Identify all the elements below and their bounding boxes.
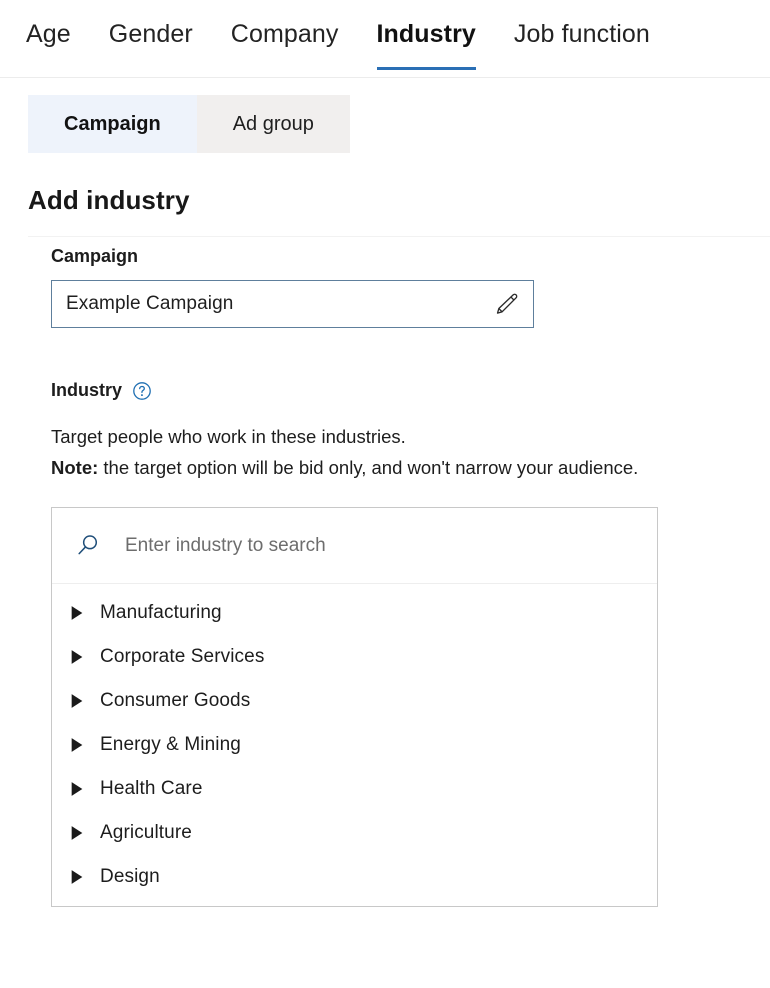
industry-tree: Manufacturing Corporate Services Consume…: [52, 584, 657, 899]
industry-label-row: Industry: [51, 380, 770, 401]
chevron-right-icon[interactable]: [70, 781, 84, 797]
tree-item-health-care[interactable]: Health Care: [52, 767, 657, 811]
industry-note-prefix: Note:: [51, 457, 99, 478]
chevron-right-icon[interactable]: [70, 649, 84, 665]
industry-description: Target people who work in these industri…: [51, 421, 651, 483]
campaign-input[interactable]: Example Campaign: [51, 280, 534, 328]
industry-picker-panel: Manufacturing Corporate Services Consume…: [51, 507, 658, 907]
tab-job-function-label: Job function: [513, 20, 650, 48]
campaign-field-block: Campaign Example Campaign Industry Targe…: [28, 246, 770, 907]
segment-ad-group[interactable]: Ad group: [196, 95, 350, 153]
page-title: Add industry: [28, 185, 190, 215]
chevron-right-icon[interactable]: [70, 825, 84, 841]
tree-item-corporate-services[interactable]: Corporate Services: [52, 635, 657, 679]
tree-item-label: Consumer Goods: [100, 690, 251, 711]
chevron-right-icon[interactable]: [70, 737, 84, 753]
help-circle-icon[interactable]: [132, 381, 152, 401]
tree-item-label: Manufacturing: [100, 602, 222, 623]
chevron-right-icon[interactable]: [70, 693, 84, 709]
industry-description-line1: Target people who work in these industri…: [51, 426, 406, 447]
tab-job-function[interactable]: Job function: [514, 0, 650, 78]
industry-search-input[interactable]: [123, 533, 639, 558]
tree-item-label: Corporate Services: [100, 646, 265, 667]
tree-item-consumer-goods[interactable]: Consumer Goods: [52, 679, 657, 723]
tree-item-label: Agriculture: [100, 822, 192, 843]
segmented-control-divider: [28, 236, 770, 237]
scope-segmented-control: Campaign Ad group: [28, 95, 350, 153]
campaign-field-label: Campaign: [51, 246, 139, 266]
campaign-input-value: Example Campaign: [66, 293, 234, 314]
tab-industry[interactable]: Industry: [376, 0, 477, 78]
scope-segmented-control-wrapper: Campaign Ad group: [0, 78, 770, 237]
tree-item-agriculture[interactable]: Agriculture: [52, 811, 657, 855]
tree-item-label: Energy & Mining: [100, 734, 241, 755]
tab-gender[interactable]: Gender: [109, 0, 193, 78]
tree-item-label: Health Care: [100, 778, 203, 799]
top-nav-tabs: Age Gender Company Industry Job function: [0, 0, 770, 78]
tab-company-label: Company: [230, 20, 339, 48]
tree-item-energy-and-mining[interactable]: Energy & Mining: [52, 723, 657, 767]
chevron-right-icon[interactable]: [70, 869, 84, 885]
industry-search-row: [52, 508, 657, 584]
tab-industry-label: Industry: [376, 20, 476, 48]
main-content: Add industry Campaign Example Campaign I…: [0, 153, 770, 907]
industry-field-label: Industry: [51, 380, 123, 400]
search-icon[interactable]: [74, 532, 101, 559]
tree-item-design[interactable]: Design: [52, 855, 657, 899]
tab-age-label: Age: [26, 20, 71, 48]
tree-item-manufacturing[interactable]: Manufacturing: [52, 591, 657, 635]
pencil-icon[interactable]: [493, 291, 519, 317]
tab-company[interactable]: Company: [231, 0, 339, 78]
tree-item-label: Design: [100, 866, 160, 887]
segment-campaign[interactable]: Campaign: [28, 95, 197, 153]
tab-gender-label: Gender: [108, 20, 193, 48]
tab-age[interactable]: Age: [26, 0, 71, 78]
industry-note-text: the target option will be bid only, and …: [98, 457, 639, 478]
chevron-right-icon[interactable]: [70, 605, 84, 621]
